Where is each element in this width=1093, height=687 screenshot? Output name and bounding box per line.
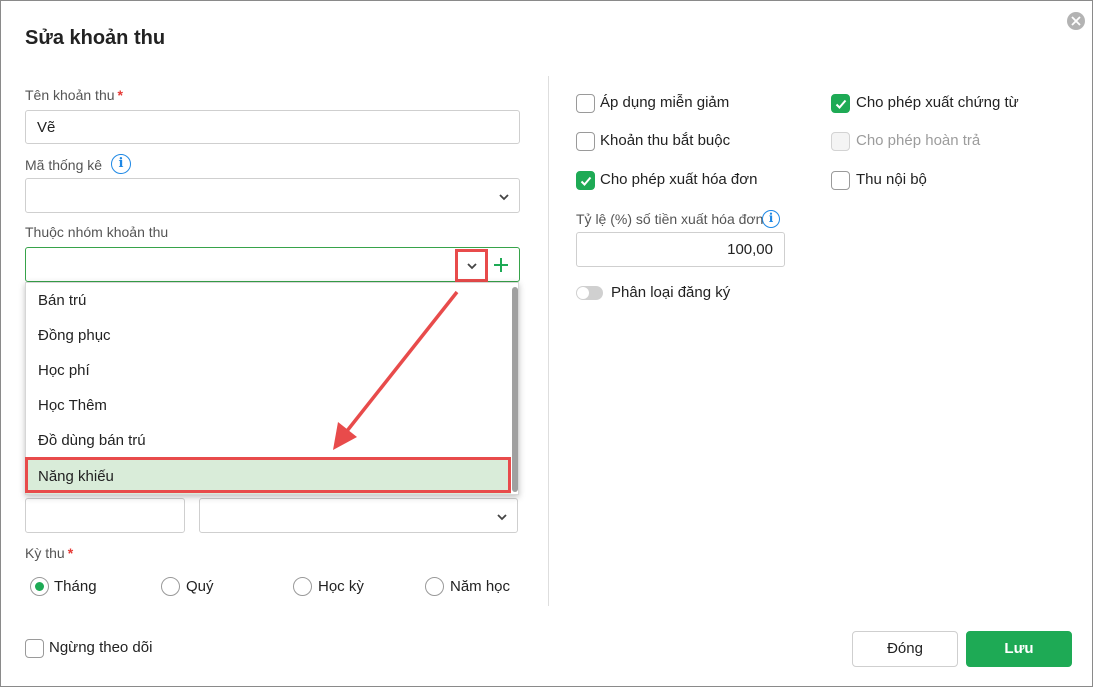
check-icon [835, 99, 847, 109]
chevron-down-icon [497, 514, 507, 521]
dialog: Sửa khoản thu Tên khoản thu* Mã thống kê… [0, 0, 1093, 687]
period-option-quarter[interactable]: Quý [161, 577, 281, 597]
name-input[interactable] [25, 110, 520, 144]
radio-semester[interactable] [293, 577, 312, 596]
internal-option[interactable]: Thu nội bộ [831, 171, 1071, 191]
stat-code-select[interactable] [25, 178, 520, 213]
radio-month[interactable] [30, 577, 49, 596]
internal-checkbox[interactable] [831, 171, 850, 190]
allow-invoice-checkbox[interactable] [576, 171, 595, 190]
save-button[interactable]: Lưu [966, 631, 1072, 667]
group-dropdown-toggle[interactable] [455, 249, 488, 282]
invoice-rate-input[interactable] [576, 232, 785, 267]
group-label: Thuộc nhóm khoản thu [25, 224, 169, 240]
name-label: Tên khoản thu * [25, 87, 123, 103]
close-button[interactable]: Đóng [852, 631, 958, 667]
period-option-semester[interactable]: Học kỳ [293, 577, 413, 597]
amount-input[interactable] [25, 498, 185, 533]
add-group-icon[interactable] [493, 257, 509, 273]
stop-tracking-checkbox[interactable] [25, 639, 44, 658]
check-icon [580, 176, 592, 186]
chevron-down-icon [499, 194, 509, 201]
column-divider [548, 76, 549, 606]
info-icon[interactable]: i [111, 154, 131, 174]
selected-item-highlight [25, 457, 511, 493]
stat-code-label: Mã thống kê [25, 157, 103, 173]
close-icon[interactable] [1067, 12, 1085, 30]
group-select[interactable] [25, 247, 520, 282]
dialog-title: Sửa khoản thu [25, 27, 166, 49]
info-icon[interactable]: i [762, 210, 780, 228]
allow-voucher-checkbox[interactable] [831, 94, 850, 113]
allow-voucher-option[interactable]: Cho phép xuất chứng từ [831, 94, 1071, 114]
required-mark: * [117, 87, 123, 103]
mandatory-option[interactable]: Khoản thu bắt buộc [576, 132, 796, 152]
apply-discount-option[interactable]: Áp dụng miễn giảm [576, 94, 796, 114]
unit-select[interactable] [199, 498, 518, 533]
mandatory-checkbox[interactable] [576, 132, 595, 151]
radio-quarter[interactable] [161, 577, 180, 596]
invoice-rate-label: Tỷ lệ (%) số tiền xuất hóa đơn [576, 211, 764, 227]
period-option-year[interactable]: Năm học [425, 577, 525, 597]
period-option-month[interactable]: Tháng [30, 577, 150, 597]
period-label: Kỳ thu * [25, 545, 74, 561]
allow-refund-option: Cho phép hoàn trả [831, 132, 1071, 152]
chevron-down-icon [467, 263, 477, 270]
registration-toggle[interactable] [576, 286, 603, 300]
stop-tracking-option[interactable]: Ngừng theo dõi [25, 639, 185, 659]
required-mark: * [67, 545, 74, 561]
registration-toggle-option[interactable]: Phân loại đăng ký [576, 284, 776, 302]
scrollbar[interactable] [512, 287, 518, 492]
apply-discount-checkbox[interactable] [576, 94, 595, 113]
allow-refund-checkbox [831, 132, 850, 151]
radio-year[interactable] [425, 577, 444, 596]
allow-invoice-option[interactable]: Cho phép xuất hóa đơn [576, 171, 796, 191]
annotation-arrow-icon [333, 290, 459, 450]
